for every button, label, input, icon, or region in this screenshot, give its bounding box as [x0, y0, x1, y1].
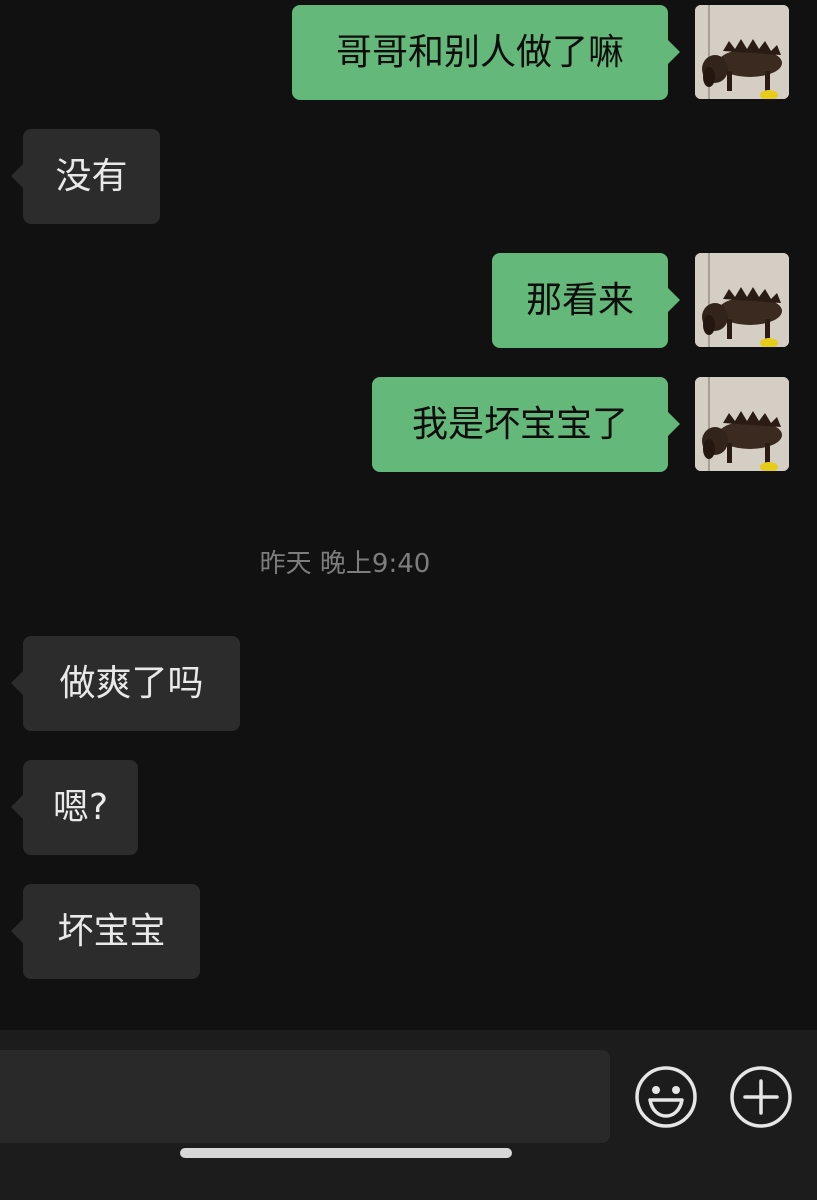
my-avatar[interactable]	[695, 377, 789, 471]
their-message-bubble[interactable]: 坏宝宝	[11, 884, 200, 979]
my-avatar[interactable]	[695, 5, 789, 99]
dog-photo-icon	[695, 377, 789, 471]
my-message-bubble[interactable]: 那看来	[492, 253, 680, 348]
message-text: 嗯?	[52, 787, 109, 828]
message-text: 做爽了吗	[59, 663, 204, 704]
their-message-bubble[interactable]: 嗯?	[11, 760, 138, 855]
my-message-bubble[interactable]: 我是坏宝宝了	[372, 377, 680, 472]
their-message-bubble[interactable]: 做爽了吗	[11, 636, 240, 731]
message-text: 没有	[55, 156, 128, 197]
more-options-button[interactable]	[729, 1065, 793, 1129]
emoji-button[interactable]	[634, 1065, 698, 1129]
chat-message-list[interactable]: 哥哥和别人做了嘛 没有 那看来 我是坏宝宝了 昨天 晚上9:40 做爽了吗 嗯?…	[0, 0, 817, 1030]
emoji-smile-icon	[635, 1066, 697, 1128]
message-text: 哥哥和别人做了嘛	[335, 32, 624, 73]
their-message-bubble[interactable]: 没有	[11, 129, 160, 224]
plus-circle-icon	[730, 1066, 792, 1128]
my-message-bubble[interactable]: 哥哥和别人做了嘛	[292, 5, 680, 100]
chat-input-bar	[0, 1030, 817, 1200]
my-avatar[interactable]	[695, 253, 789, 347]
dog-photo-icon	[695, 5, 789, 99]
home-indicator[interactable]	[180, 1148, 512, 1158]
dog-photo-icon	[695, 253, 789, 347]
message-input[interactable]	[0, 1050, 610, 1143]
message-timestamp: 昨天 晚上9:40	[259, 549, 431, 579]
message-text: 我是坏宝宝了	[411, 404, 628, 445]
message-text: 坏宝宝	[57, 911, 166, 952]
message-text: 那看来	[525, 280, 634, 321]
